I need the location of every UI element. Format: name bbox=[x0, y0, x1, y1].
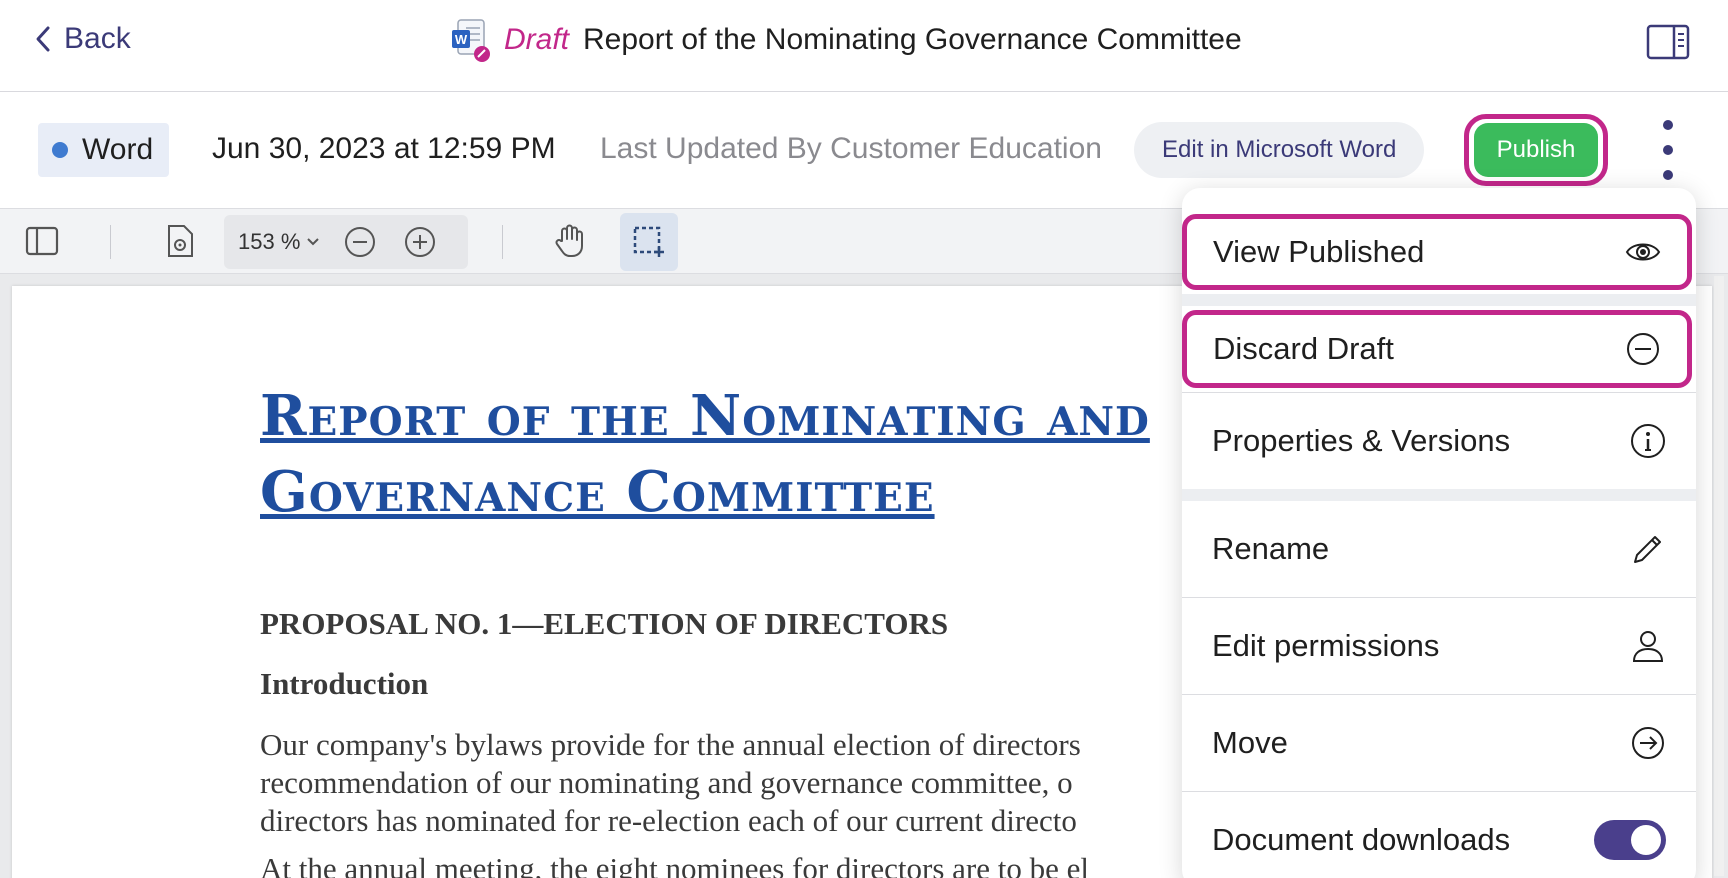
menu-item-label: Discard Draft bbox=[1213, 331, 1394, 366]
heading-line-2: Governance Committee bbox=[260, 459, 935, 525]
body-line: recommendation of our nominating and gov… bbox=[260, 765, 1073, 800]
area-select-icon[interactable] bbox=[620, 213, 678, 271]
toolbar-divider bbox=[110, 225, 111, 259]
more-options-menu: View Published Discard Draft Properties … bbox=[1182, 188, 1696, 878]
menu-item-label: Document downloads bbox=[1212, 822, 1511, 857]
user-icon bbox=[1630, 628, 1666, 664]
pan-hand-icon[interactable] bbox=[550, 221, 590, 261]
svg-text:W: W bbox=[455, 32, 468, 47]
info-circle-icon bbox=[1630, 423, 1666, 459]
more-options-icon[interactable] bbox=[1656, 120, 1680, 180]
menu-item-document-downloads: Document downloads bbox=[1182, 792, 1696, 878]
body-line: Our company's bylaws provide for the ann… bbox=[260, 727, 1081, 762]
document-heading: Report of the Nominating and Governance … bbox=[260, 378, 1200, 530]
body-line: At the annual meeting, the eight nominee… bbox=[260, 851, 1089, 878]
proposal-heading: PROPOSAL NO. 1—ELECTION OF DIRECTORS bbox=[260, 606, 949, 641]
menu-divider bbox=[1182, 294, 1696, 306]
word-draft-file-icon: W bbox=[452, 18, 490, 62]
menu-item-label: Edit permissions bbox=[1212, 628, 1440, 663]
menu-item-label: Move bbox=[1212, 725, 1288, 760]
menu-item-rename[interactable]: Rename bbox=[1182, 501, 1696, 597]
introduction-heading: Introduction bbox=[260, 666, 429, 701]
chevron-down-icon bbox=[307, 238, 320, 246]
pencil-icon bbox=[1630, 531, 1666, 567]
chevron-left-icon bbox=[36, 26, 50, 52]
toolbar-divider bbox=[502, 225, 503, 259]
publish-button[interactable]: Publish bbox=[1474, 123, 1598, 177]
menu-item-edit-permissions[interactable]: Edit permissions bbox=[1182, 598, 1696, 694]
top-header: Back W Draft Report of the Nominating Go… bbox=[0, 0, 1728, 92]
menu-item-properties-versions[interactable]: Properties & Versions bbox=[1182, 393, 1696, 489]
zoom-level: 153 % bbox=[238, 229, 301, 254]
publish-highlight: Publish bbox=[1464, 114, 1608, 186]
menu-item-discard-draft[interactable]: Discard Draft bbox=[1182, 310, 1692, 388]
document-title-group: W Draft Report of the Nominating Governa… bbox=[452, 18, 1242, 62]
document-settings-icon[interactable] bbox=[160, 221, 200, 261]
menu-item-label: View Published bbox=[1213, 234, 1425, 269]
heading-line-1: Report of the Nominating and bbox=[260, 383, 1150, 449]
menu-item-view-published[interactable]: View Published bbox=[1182, 214, 1692, 290]
status-dot-icon bbox=[52, 142, 68, 158]
document-downloads-toggle[interactable] bbox=[1594, 820, 1666, 860]
document-title: Report of the Nominating Governance Comm… bbox=[583, 23, 1242, 56]
document-body-text: Our company's bylaws provide for the ann… bbox=[260, 726, 1200, 878]
file-type-label: Word bbox=[82, 133, 154, 166]
menu-item-label: Rename bbox=[1212, 531, 1330, 566]
document-scrollbar[interactable] bbox=[1714, 276, 1724, 876]
zoom-in-icon[interactable] bbox=[400, 222, 440, 262]
menu-item-label: Properties & Versions bbox=[1212, 423, 1511, 458]
back-button[interactable]: Back bbox=[34, 22, 131, 56]
body-line: directors has nominated for re-election … bbox=[260, 803, 1077, 838]
file-type-badge: Word bbox=[38, 123, 170, 177]
zoom-out-icon[interactable] bbox=[340, 222, 380, 262]
menu-divider bbox=[1182, 489, 1696, 501]
zoom-select[interactable]: 153 % bbox=[238, 229, 320, 255]
document-date: Jun 30, 2023 at 12:59 PM bbox=[212, 132, 556, 165]
edit-in-word-button[interactable]: Edit in Microsoft Word bbox=[1134, 122, 1425, 178]
back-label: Back bbox=[64, 22, 131, 55]
sidebar-toggle-icon[interactable] bbox=[22, 221, 62, 261]
minus-circle-icon bbox=[1625, 331, 1661, 367]
menu-item-move[interactable]: Move bbox=[1182, 695, 1696, 791]
draft-label: Draft bbox=[504, 23, 570, 56]
zoom-controls: 153 % bbox=[224, 215, 468, 269]
last-updated-text: Last Updated By Customer Education bbox=[600, 132, 1102, 165]
side-panel-toggle-icon[interactable] bbox=[1646, 24, 1690, 60]
arrow-right-circle-icon bbox=[1630, 725, 1666, 761]
eye-icon bbox=[1625, 234, 1661, 270]
